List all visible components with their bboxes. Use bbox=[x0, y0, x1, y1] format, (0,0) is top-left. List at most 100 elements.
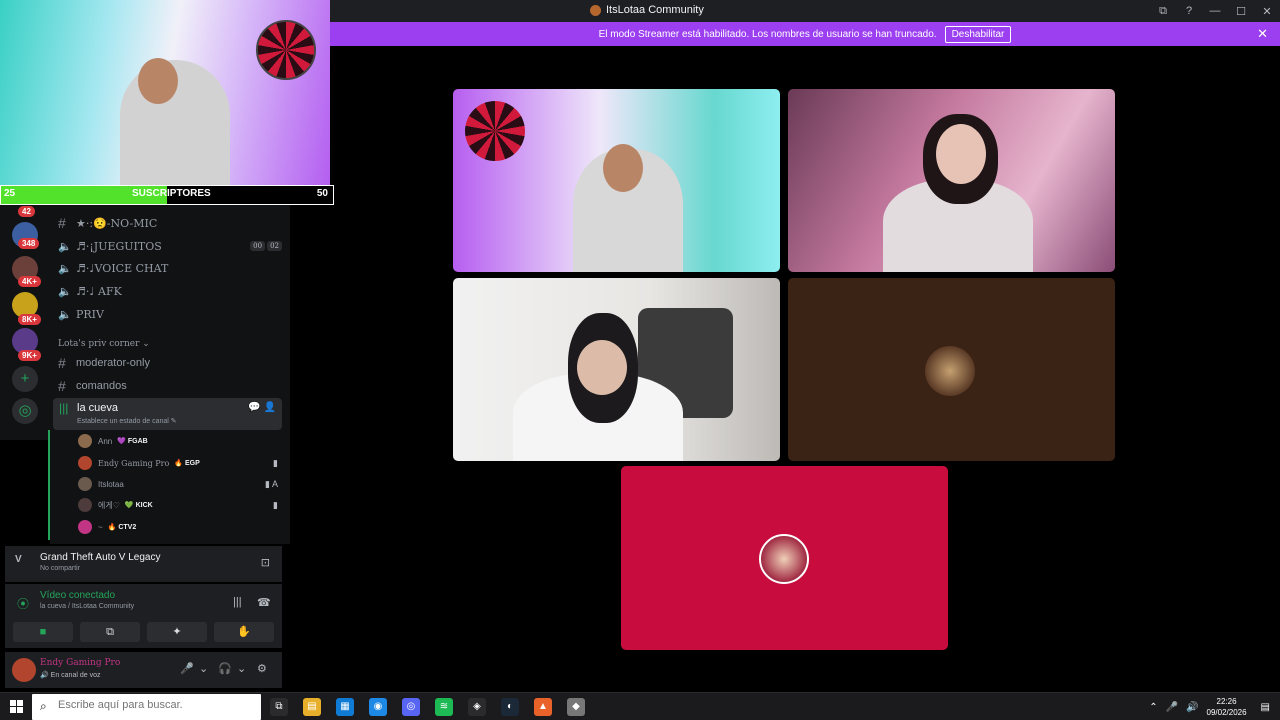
voice-channel-jueguitos[interactable]: 🔈 ♬·¡JUEGUITOS 00 02 bbox=[58, 236, 282, 256]
streamer-head-image bbox=[138, 58, 178, 104]
activities-button[interactable]: ✦ bbox=[147, 622, 207, 642]
task-view-icon[interactable]: ⧉ bbox=[270, 698, 288, 716]
voice-channel-voice-chat[interactable]: 🔈 ♬·♩VOICE CHAT bbox=[58, 258, 282, 278]
voice-status-title: Vídeo conectado bbox=[40, 590, 116, 601]
video-tile[interactable] bbox=[453, 278, 780, 461]
store-icon[interactable]: ▦ bbox=[336, 698, 354, 716]
steam-icon[interactable]: ◐ bbox=[501, 698, 519, 716]
video-stream-icon: ▮ A bbox=[265, 478, 278, 489]
video-tile[interactable] bbox=[453, 89, 780, 272]
voice-connection-line bbox=[48, 430, 50, 540]
microphone-icon[interactable]: 🎤 bbox=[180, 662, 194, 675]
avatar[interactable] bbox=[12, 658, 36, 682]
channel-name: ♬·♩VOICE CHAT bbox=[76, 261, 169, 275]
minimize-button[interactable]: — bbox=[1202, 5, 1228, 17]
screen-share-button[interactable]: ⧉ bbox=[80, 622, 140, 642]
taskbar-search[interactable]: ⌕ bbox=[32, 694, 261, 720]
member-tag: 🔥 CTV2 bbox=[107, 524, 137, 531]
voice-member[interactable]: Itslotaa ▮ A bbox=[78, 475, 278, 493]
server-badge: 8K+ bbox=[18, 314, 41, 325]
member-tag: 💜 FGAB bbox=[117, 438, 148, 445]
window-title: ItsLotaa Community bbox=[590, 4, 704, 16]
chevron-down-icon[interactable]: ⌄ bbox=[199, 662, 208, 675]
app-icon[interactable]: ◆ bbox=[567, 698, 585, 716]
avatar bbox=[78, 498, 92, 512]
channel-name: ♬·¡JUEGUITOS bbox=[76, 239, 162, 253]
subscriber-goal-bar: 25 SUSCRIPTORES 50 bbox=[0, 185, 334, 205]
channel-no-mic[interactable]: # ★·:😟-NO-MIC bbox=[58, 213, 282, 233]
settings-gear-icon[interactable]: ⚙ bbox=[257, 662, 267, 675]
soundboard-button[interactable]: ✋ bbox=[214, 622, 274, 642]
title-bar: ItsLotaa Community ⧉ ? — ☐ ✕ bbox=[330, 0, 1280, 22]
microphone-icon[interactable]: 🎤 bbox=[1166, 702, 1178, 713]
screen-share-icon[interactable]: ⧉ bbox=[1150, 5, 1176, 18]
channel-moderator-only[interactable]: # moderator-only bbox=[58, 353, 282, 373]
chat-invite-icon[interactable]: 💬 👤 bbox=[248, 402, 276, 413]
member-name: Itslotaa bbox=[98, 479, 124, 489]
headphones-icon[interactable]: 🎧 bbox=[218, 662, 232, 675]
game-launcher-icon[interactable]: ▲ bbox=[534, 698, 552, 716]
show-hidden-icons-icon[interactable]: ⌃ bbox=[1149, 702, 1157, 713]
member-tag: 💚 KICK bbox=[124, 502, 153, 509]
help-icon[interactable]: ? bbox=[1176, 5, 1202, 17]
obs-icon[interactable]: ◈ bbox=[468, 698, 486, 716]
voice-connected-panel: ⦿ Vídeo conectado la cueva / ItsLotaa Co… bbox=[5, 584, 282, 648]
discord-icon[interactable]: ◎ bbox=[402, 698, 420, 716]
chrome-icon[interactable]: ◉ bbox=[369, 698, 387, 716]
file-explorer-icon[interactable]: ▤ bbox=[303, 698, 321, 716]
volume-icon[interactable]: 🔊 bbox=[1186, 702, 1198, 713]
chevron-down-icon[interactable]: ⌄ bbox=[237, 662, 246, 675]
voice-member[interactable]: Endy Gaming Pro 🔥 EGP ▮ bbox=[78, 454, 278, 472]
video-tile[interactable] bbox=[788, 89, 1115, 272]
voice-member[interactable]: Ann 💜 FGAB bbox=[78, 432, 278, 450]
search-icon: ⌕ bbox=[40, 699, 47, 713]
goal-label: SUSCRIPTORES bbox=[132, 188, 211, 199]
notification-icon[interactable]: ▤ bbox=[1261, 702, 1270, 713]
channel-comandos[interactable]: # comandos bbox=[58, 376, 282, 396]
avatar bbox=[78, 477, 92, 491]
category-header[interactable]: Lota's priv corner ⌄ bbox=[58, 339, 150, 349]
video-icon: ▮ bbox=[273, 499, 278, 510]
channel-name: comandos bbox=[76, 380, 127, 392]
windows-taskbar: ⌕ ⧉ ▤ ▦ ◉ ◎ ≋ ◈ ◐ ▲ ◆ ⌃ 🎤 🔊 22:26 09/02/2026 ▤ bbox=[0, 692, 1280, 720]
disable-streamer-button[interactable]: Deshabilitar bbox=[944, 25, 1012, 43]
voice-channel-la-cueva[interactable]: ||| la cueva Establece un estado de cana… bbox=[53, 398, 282, 430]
maximize-button[interactable]: ☐ bbox=[1228, 5, 1254, 18]
video-tile[interactable] bbox=[621, 466, 948, 650]
voice-channel-path[interactable]: la cueva / ItsLotaa Community bbox=[40, 603, 134, 610]
prize-wheel-image bbox=[465, 101, 525, 161]
user-count-limit: 02 bbox=[267, 241, 282, 251]
voice-member[interactable]: 에게♡ 💚 KICK ▮ bbox=[78, 496, 278, 514]
goal-target: 50 bbox=[316, 188, 328, 199]
clock[interactable]: 22:26 09/02/2026 bbox=[1207, 696, 1247, 718]
voice-channel-priv[interactable]: 🔈 PRIV bbox=[58, 304, 282, 324]
user-count: 00 02 bbox=[250, 241, 282, 251]
channel-status[interactable]: Establece un estado de canal ✎ bbox=[77, 417, 177, 425]
search-input[interactable] bbox=[58, 699, 253, 711]
add-server-icon[interactable]: + bbox=[12, 366, 38, 392]
active-channel-name: la cueva bbox=[77, 402, 118, 414]
discover-icon[interactable]: ◎ bbox=[12, 398, 38, 424]
streamer-banner-text: El modo Streamer está habilitado. Los no… bbox=[598, 28, 937, 40]
signal-icon[interactable]: ⦿ bbox=[17, 595, 29, 612]
voice-active-icon: ||| bbox=[59, 401, 69, 415]
noise-suppression-icon[interactable]: ||| bbox=[233, 596, 242, 608]
voice-channel-afk[interactable]: 🔈 ♬·♩ AFK bbox=[58, 281, 282, 301]
close-button[interactable]: ✕ bbox=[1254, 5, 1280, 18]
participant-face-image bbox=[577, 340, 627, 395]
participant-avatar bbox=[759, 534, 809, 584]
share-screen-icon[interactable]: ⊡ bbox=[261, 556, 270, 569]
disconnect-icon[interactable]: ☎ bbox=[257, 596, 271, 609]
gta-icon: V bbox=[15, 554, 22, 565]
video-tile[interactable] bbox=[788, 278, 1115, 461]
game-share-status: No compartir bbox=[40, 565, 81, 572]
close-banner-icon[interactable]: ✕ bbox=[1257, 26, 1268, 42]
video-icon: ▮ bbox=[273, 457, 278, 468]
windows-start-icon[interactable] bbox=[10, 700, 23, 713]
spotify-icon[interactable]: ≋ bbox=[435, 698, 453, 716]
participant-face-image bbox=[936, 124, 986, 184]
camera-button[interactable]: ■ bbox=[13, 622, 73, 642]
server-logo-icon bbox=[590, 4, 601, 16]
voice-member[interactable]: ~ 🔥 CTV2 bbox=[78, 518, 278, 536]
clock-time: 22:26 bbox=[1216, 697, 1237, 706]
